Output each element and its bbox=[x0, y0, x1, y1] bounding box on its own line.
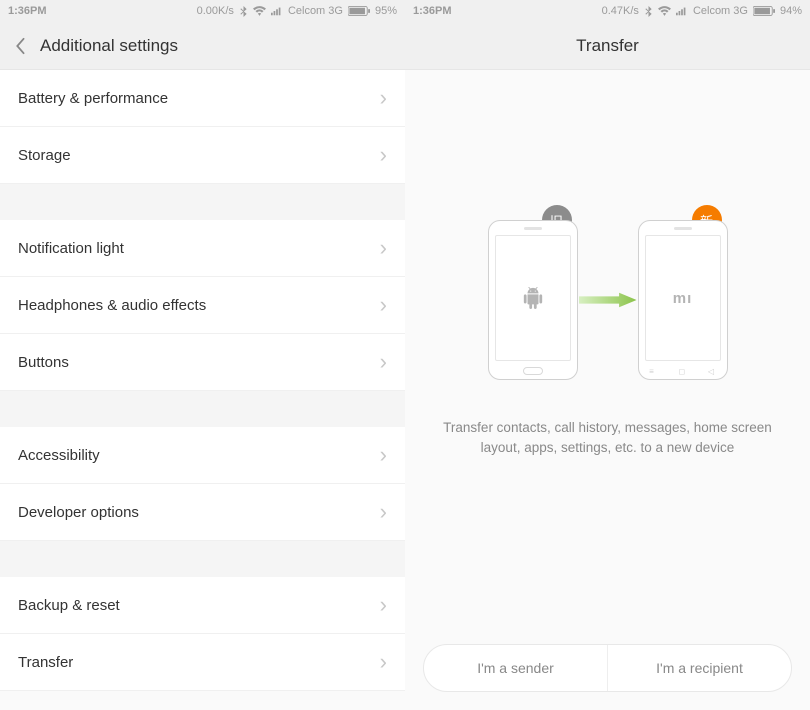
chevron-right-icon: › bbox=[380, 592, 387, 618]
status-time: 1:36PM bbox=[8, 5, 47, 17]
chevron-right-icon: › bbox=[380, 235, 387, 261]
item-accessibility[interactable]: Accessibility › bbox=[0, 427, 405, 484]
section-gap bbox=[0, 391, 405, 427]
item-buttons[interactable]: Buttons › bbox=[0, 334, 405, 391]
item-label: Developer options bbox=[18, 504, 139, 521]
bluetooth-icon bbox=[644, 6, 653, 17]
chevron-right-icon: › bbox=[380, 292, 387, 318]
chevron-right-icon: › bbox=[380, 442, 387, 468]
status-battery: 95% bbox=[375, 5, 397, 17]
status-speed: 0.47K/s bbox=[602, 5, 639, 17]
section-gap bbox=[0, 541, 405, 577]
section-gap bbox=[0, 184, 405, 220]
item-headphones-audio[interactable]: Headphones & audio effects › bbox=[0, 277, 405, 334]
item-label: Headphones & audio effects bbox=[18, 297, 206, 314]
item-backup-reset[interactable]: Backup & reset › bbox=[0, 577, 405, 634]
titlebar: Transfer bbox=[405, 22, 810, 70]
signal-icon bbox=[676, 6, 688, 16]
back-button[interactable] bbox=[0, 37, 40, 55]
item-developer-options[interactable]: Developer options › bbox=[0, 484, 405, 541]
item-label: Buttons bbox=[18, 354, 69, 371]
new-phone-icon: mı ≡◻◁ bbox=[638, 220, 728, 380]
settings-list: Battery & performance › Storage › Notifi… bbox=[0, 70, 405, 710]
android-icon bbox=[522, 287, 544, 309]
transfer-illustration: 旧 新 mı ≡◻◁ bbox=[488, 220, 728, 380]
status-carrier: Celcom 3G bbox=[288, 5, 343, 17]
chevron-right-icon: › bbox=[380, 142, 387, 168]
status-speed: 0.00K/s bbox=[197, 5, 234, 17]
battery-icon bbox=[348, 6, 370, 16]
item-label: Storage bbox=[18, 147, 71, 164]
item-label: Battery & performance bbox=[18, 90, 168, 107]
status-time: 1:36PM bbox=[413, 5, 452, 17]
chevron-right-icon: › bbox=[380, 649, 387, 675]
item-storage[interactable]: Storage › bbox=[0, 127, 405, 184]
screen-transfer: 1:36PM 0.47K/s Celcom 3G 94% Transfer 旧 bbox=[405, 0, 810, 710]
old-phone-icon bbox=[488, 220, 578, 380]
page-title: Transfer bbox=[576, 36, 639, 56]
item-battery-performance[interactable]: Battery & performance › bbox=[0, 70, 405, 127]
item-notification-light[interactable]: Notification light › bbox=[0, 220, 405, 277]
bottom-actions: I'm a sender I'm a recipient bbox=[423, 644, 792, 692]
mi-logo: mı bbox=[673, 290, 693, 307]
item-label: Notification light bbox=[18, 240, 124, 257]
battery-icon bbox=[753, 6, 775, 16]
status-bar: 1:36PM 0.47K/s Celcom 3G 94% bbox=[405, 0, 810, 22]
screen-additional-settings: 1:36PM 0.00K/s Celcom 3G 95% Additional … bbox=[0, 0, 405, 710]
wifi-icon bbox=[253, 6, 266, 16]
chevron-right-icon: › bbox=[380, 85, 387, 111]
transfer-description: Transfer contacts, call history, message… bbox=[429, 418, 786, 459]
chevron-right-icon: › bbox=[380, 499, 387, 525]
item-label: Accessibility bbox=[18, 447, 100, 464]
status-carrier: Celcom 3G bbox=[693, 5, 748, 17]
item-transfer[interactable]: Transfer › bbox=[0, 634, 405, 691]
signal-icon bbox=[271, 6, 283, 16]
transfer-body: 旧 新 mı ≡◻◁ Tra bbox=[405, 70, 810, 710]
item-label: Transfer bbox=[18, 654, 73, 671]
status-battery: 94% bbox=[780, 5, 802, 17]
sender-button[interactable]: I'm a sender bbox=[424, 645, 608, 691]
status-bar: 1:36PM 0.00K/s Celcom 3G 95% bbox=[0, 0, 405, 22]
titlebar: Additional settings bbox=[0, 22, 405, 70]
wifi-icon bbox=[658, 6, 671, 16]
recipient-button[interactable]: I'm a recipient bbox=[608, 645, 791, 691]
bluetooth-icon bbox=[239, 6, 248, 17]
page-title: Additional settings bbox=[40, 36, 178, 56]
item-label: Backup & reset bbox=[18, 597, 120, 614]
chevron-right-icon: › bbox=[380, 349, 387, 375]
transfer-arrow-icon bbox=[578, 291, 638, 309]
